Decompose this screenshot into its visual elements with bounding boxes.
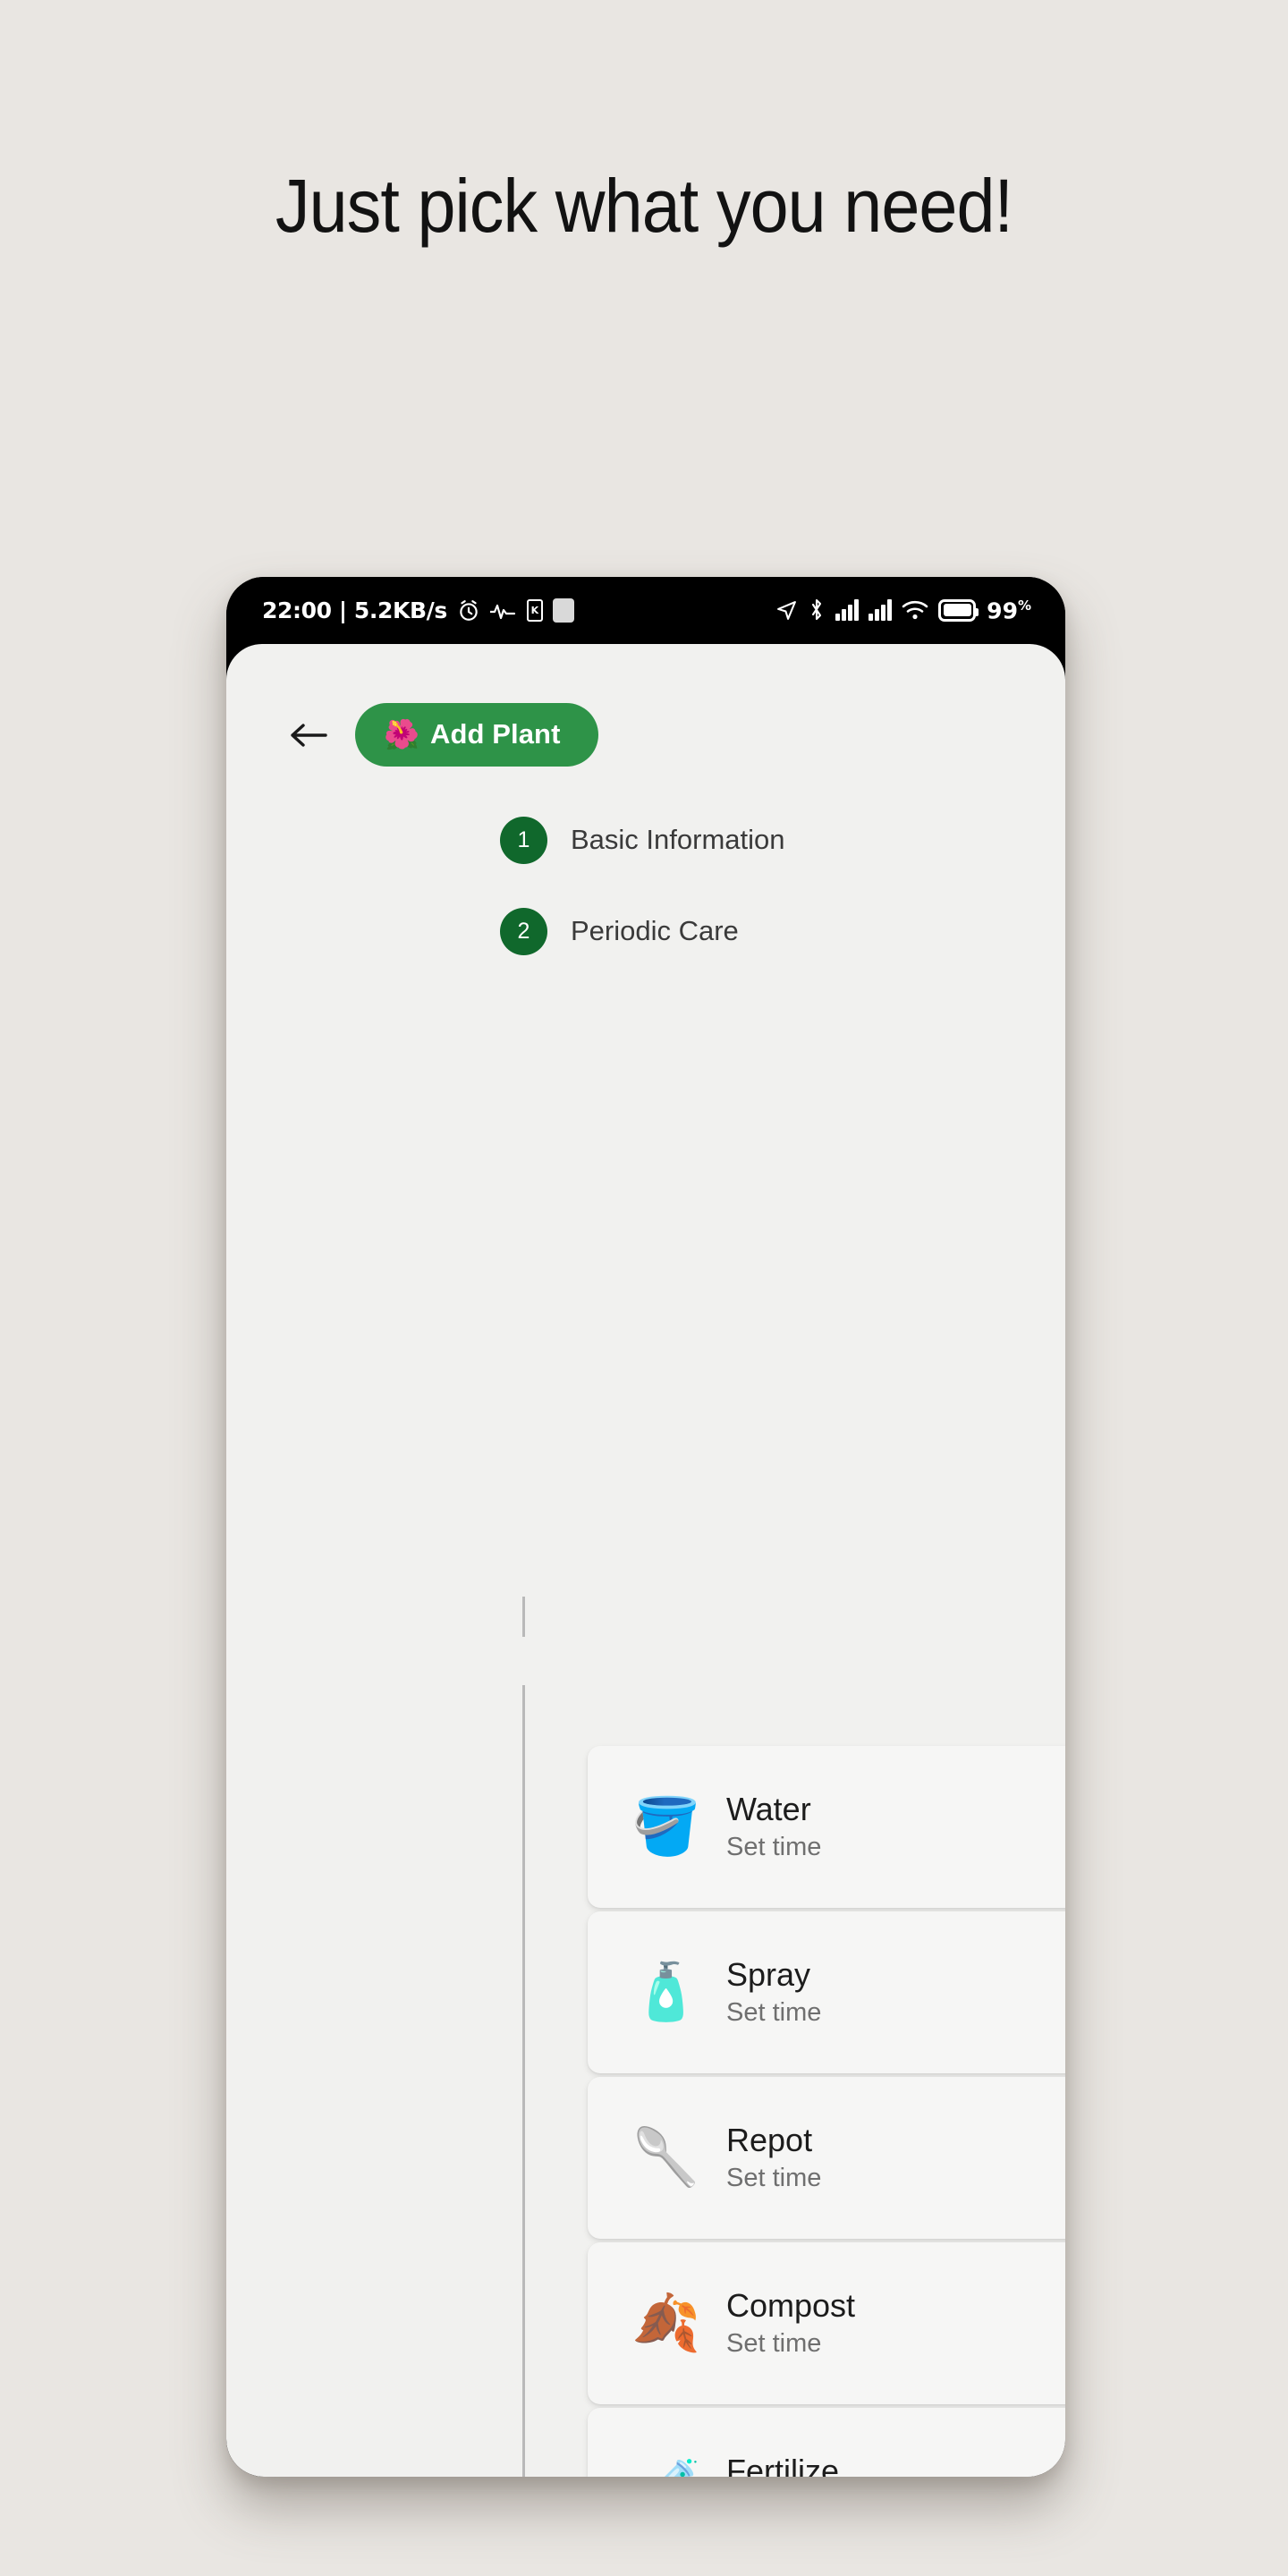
repot-icon: 🥄 (631, 2126, 701, 2189)
care-item-title: Fertilize (726, 2453, 840, 2477)
care-item-title: Water (726, 1791, 811, 1828)
care-item-card[interactable]: 🍂 Compost Set time (588, 2242, 1065, 2404)
signal-sim1-icon (835, 599, 860, 622)
status-bar-right: 99% (775, 597, 1031, 623)
care-item-text: FertilizeSet time (726, 2453, 1065, 2477)
back-arrow-icon (291, 723, 327, 747)
alarm-icon (457, 599, 480, 623)
battery-icon (938, 598, 979, 622)
periodic-care-list: 🪣 Water Set time 🧴 Spray Set time 🥄 Repot Set ti… (588, 1746, 1065, 2477)
water-icon: 🪣 (631, 1795, 701, 1858)
pulse-icon (489, 602, 517, 620)
stepper-connector-line-2 (522, 1685, 525, 2477)
care-item-text: Repot Set time (726, 2122, 1065, 2193)
app-screen: 🌺 Add Plant 1 Basic Information 2 Period… (226, 644, 1065, 2477)
care-item-set-time-label[interactable]: Set time (726, 1998, 1065, 2029)
promo-headline: Just pick what you need! (275, 164, 1013, 248)
care-item-text: Water Set time (726, 1791, 1065, 1862)
battery-percent: 99% (987, 597, 1031, 624)
step-number-badge: 2 (500, 907, 547, 955)
care-item-card[interactable]: 🧪 FertilizeSet time (588, 2408, 1065, 2477)
phone-device-frame: 22:00 | 5.2KB/s K 99% 🌺 Add Plant 1 Basi… (226, 577, 1065, 2477)
stepper-step-periodic-care[interactable]: 2 Periodic Care (226, 904, 1065, 958)
kid-mode-badge: K (526, 599, 543, 622)
wizard-stepper: 1 Basic Information 2 Periodic Care (226, 767, 1065, 958)
care-item-set-time-label[interactable]: Set time (726, 1833, 1065, 1863)
fertilize-icon: 🧪 (628, 2461, 705, 2477)
care-item-set-time-label[interactable]: Set time (726, 2164, 1065, 2194)
sidebar-item-label: Periodic Care (571, 915, 739, 946)
status-clock: 22:00 | 5.2KB/s (262, 597, 447, 623)
care-item-title: Spray (726, 1956, 811, 1994)
care-item-card[interactable]: 🪣 Water Set time (588, 1746, 1065, 1908)
back-button[interactable] (285, 712, 332, 758)
care-item-set-time-label[interactable]: Set time (726, 2329, 1065, 2360)
hibiscus-flower-icon: 🌺 (384, 718, 419, 750)
care-item-title: Repot (726, 2122, 813, 2159)
care-item-card[interactable]: 🥄 Repot Set time (588, 2077, 1065, 2239)
care-item-text: Compost Set time (726, 2287, 1065, 2359)
status-bar-left: 22:00 | 5.2KB/s K (262, 597, 574, 623)
status-bar: 22:00 | 5.2KB/s K 99% (226, 577, 1065, 644)
kid-mode-icon: K (526, 599, 543, 622)
care-item-text: Spray Set time (726, 1956, 1065, 2028)
app-bar: 🌺 Add Plant (226, 644, 1065, 767)
signal-sim2-icon (869, 599, 893, 622)
wifi-icon (902, 599, 928, 621)
screen-recorder-icon (552, 598, 574, 623)
sidebar-item-label: Basic Information (571, 824, 785, 855)
step-number-badge: 1 (500, 816, 547, 864)
location-icon (775, 599, 798, 622)
page-title: Add Plant (429, 718, 561, 750)
stepper-connector-line-1 (522, 1597, 525, 1637)
care-item-title: Compost (726, 2287, 856, 2325)
add-plant-title-pill[interactable]: 🌺 Add Plant (355, 703, 598, 767)
compost-icon: 🍂 (631, 2292, 701, 2354)
bluetooth-icon (808, 598, 826, 622)
stepper-step-basic-information[interactable]: 1 Basic Information (226, 813, 1065, 867)
spray-icon: 🧴 (631, 1961, 701, 2023)
care-item-card[interactable]: 🧴 Spray Set time (588, 1911, 1065, 2073)
